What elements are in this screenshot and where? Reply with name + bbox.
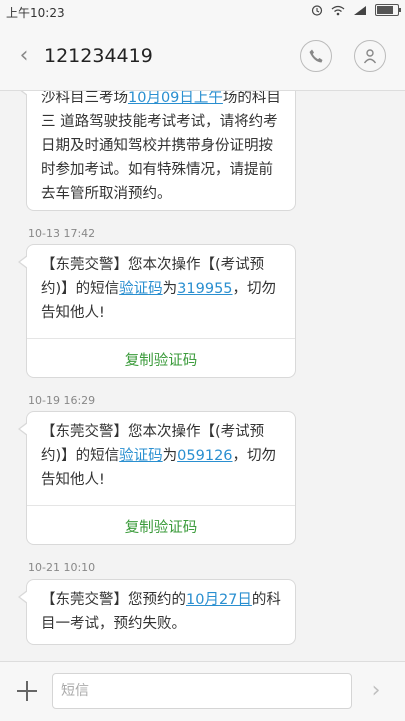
message-list[interactable]: 沙科目三考场10月09日上午场的科目三 道路驾驶技能考试考试，请将约考日期及时通… [0, 91, 405, 661]
message-bubble[interactable]: 【东莞交警】您本次操作【(考试预约)】的短信验证码为319955，切勿告知他人!… [18, 244, 296, 378]
message-bubble[interactable]: 沙科目三考场10月09日上午场的科目三 道路驾驶技能考试考试，请将约考日期及时通… [18, 91, 296, 211]
conversation-header: ‹ 121234419 [0, 24, 405, 91]
message-text-part: 【东莞交警】您预约的 [41, 592, 186, 608]
message-bubble[interactable]: 【东莞交警】您本次操作【(考试预约)】的短信验证码为059126，切勿告知他人!… [18, 411, 296, 545]
verification-code-link[interactable]: 验证码 [119, 281, 163, 297]
divider [27, 338, 295, 339]
message-composer: › [0, 661, 405, 721]
contact-number: 121234419 [44, 45, 153, 67]
message-input[interactable] [52, 673, 352, 709]
message-bubble[interactable]: 【东莞交警】您预约的10月27日的科目一考试，预约失败。 [18, 579, 296, 645]
send-chevron-right-icon[interactable]: › [366, 679, 386, 703]
message-text: 【东莞交警】您本次操作【(考试预约)】的短信验证码为319955，切勿告知他人! [27, 245, 295, 325]
status-time: 上午10:23 [6, 6, 65, 20]
verification-code-link[interactable]: 验证码 [119, 448, 163, 464]
date-link[interactable]: 10月27日 [186, 592, 252, 608]
message-text-part: 沙科目三考场 [41, 91, 128, 106]
status-icons [311, 4, 401, 16]
copy-code-button[interactable]: 复制验证码 [27, 349, 295, 370]
message-text: 沙科目三考场10月09日上午场的科目三 道路驾驶技能考试考试，请将约考日期及时通… [27, 91, 295, 206]
message-text-part: 为 [162, 448, 178, 464]
signal-icon [354, 5, 366, 15]
person-icon [363, 49, 377, 64]
code-number-link[interactable]: 059126 [177, 448, 232, 464]
code-number-link[interactable]: 319955 [177, 281, 232, 297]
message-text-part: 场的科目三 道路驾驶技能考试考试，请将约考日期及时通知驾校并携带身份证明按时参加… [41, 91, 281, 202]
message-timestamp: 10-19 16:29 [28, 394, 96, 407]
message-text-part: 为 [162, 281, 178, 297]
alarm-icon [311, 5, 323, 16]
message-timestamp: 10-13 17:42 [28, 227, 96, 240]
message-timestamp: 10-21 10:10 [28, 561, 96, 574]
contact-details-button[interactable] [354, 40, 386, 72]
battery-icon [375, 4, 401, 16]
date-link[interactable]: 10月09日上午 [128, 91, 223, 106]
call-button[interactable] [300, 40, 332, 72]
wifi-icon [331, 5, 345, 15]
back-chevron-left-icon[interactable]: ‹ [14, 44, 34, 68]
copy-code-button[interactable]: 复制验证码 [27, 516, 295, 537]
status-bar: 上午10:23 [0, 0, 405, 24]
add-attachment-plus-icon[interactable] [14, 678, 40, 704]
divider [27, 505, 295, 506]
message-text: 【东莞交警】您预约的10月27日的科目一考试，预约失败。 [27, 580, 295, 636]
message-text: 【东莞交警】您本次操作【(考试预约)】的短信验证码为059126，切勿告知他人! [27, 412, 295, 492]
phone-icon [309, 49, 323, 63]
